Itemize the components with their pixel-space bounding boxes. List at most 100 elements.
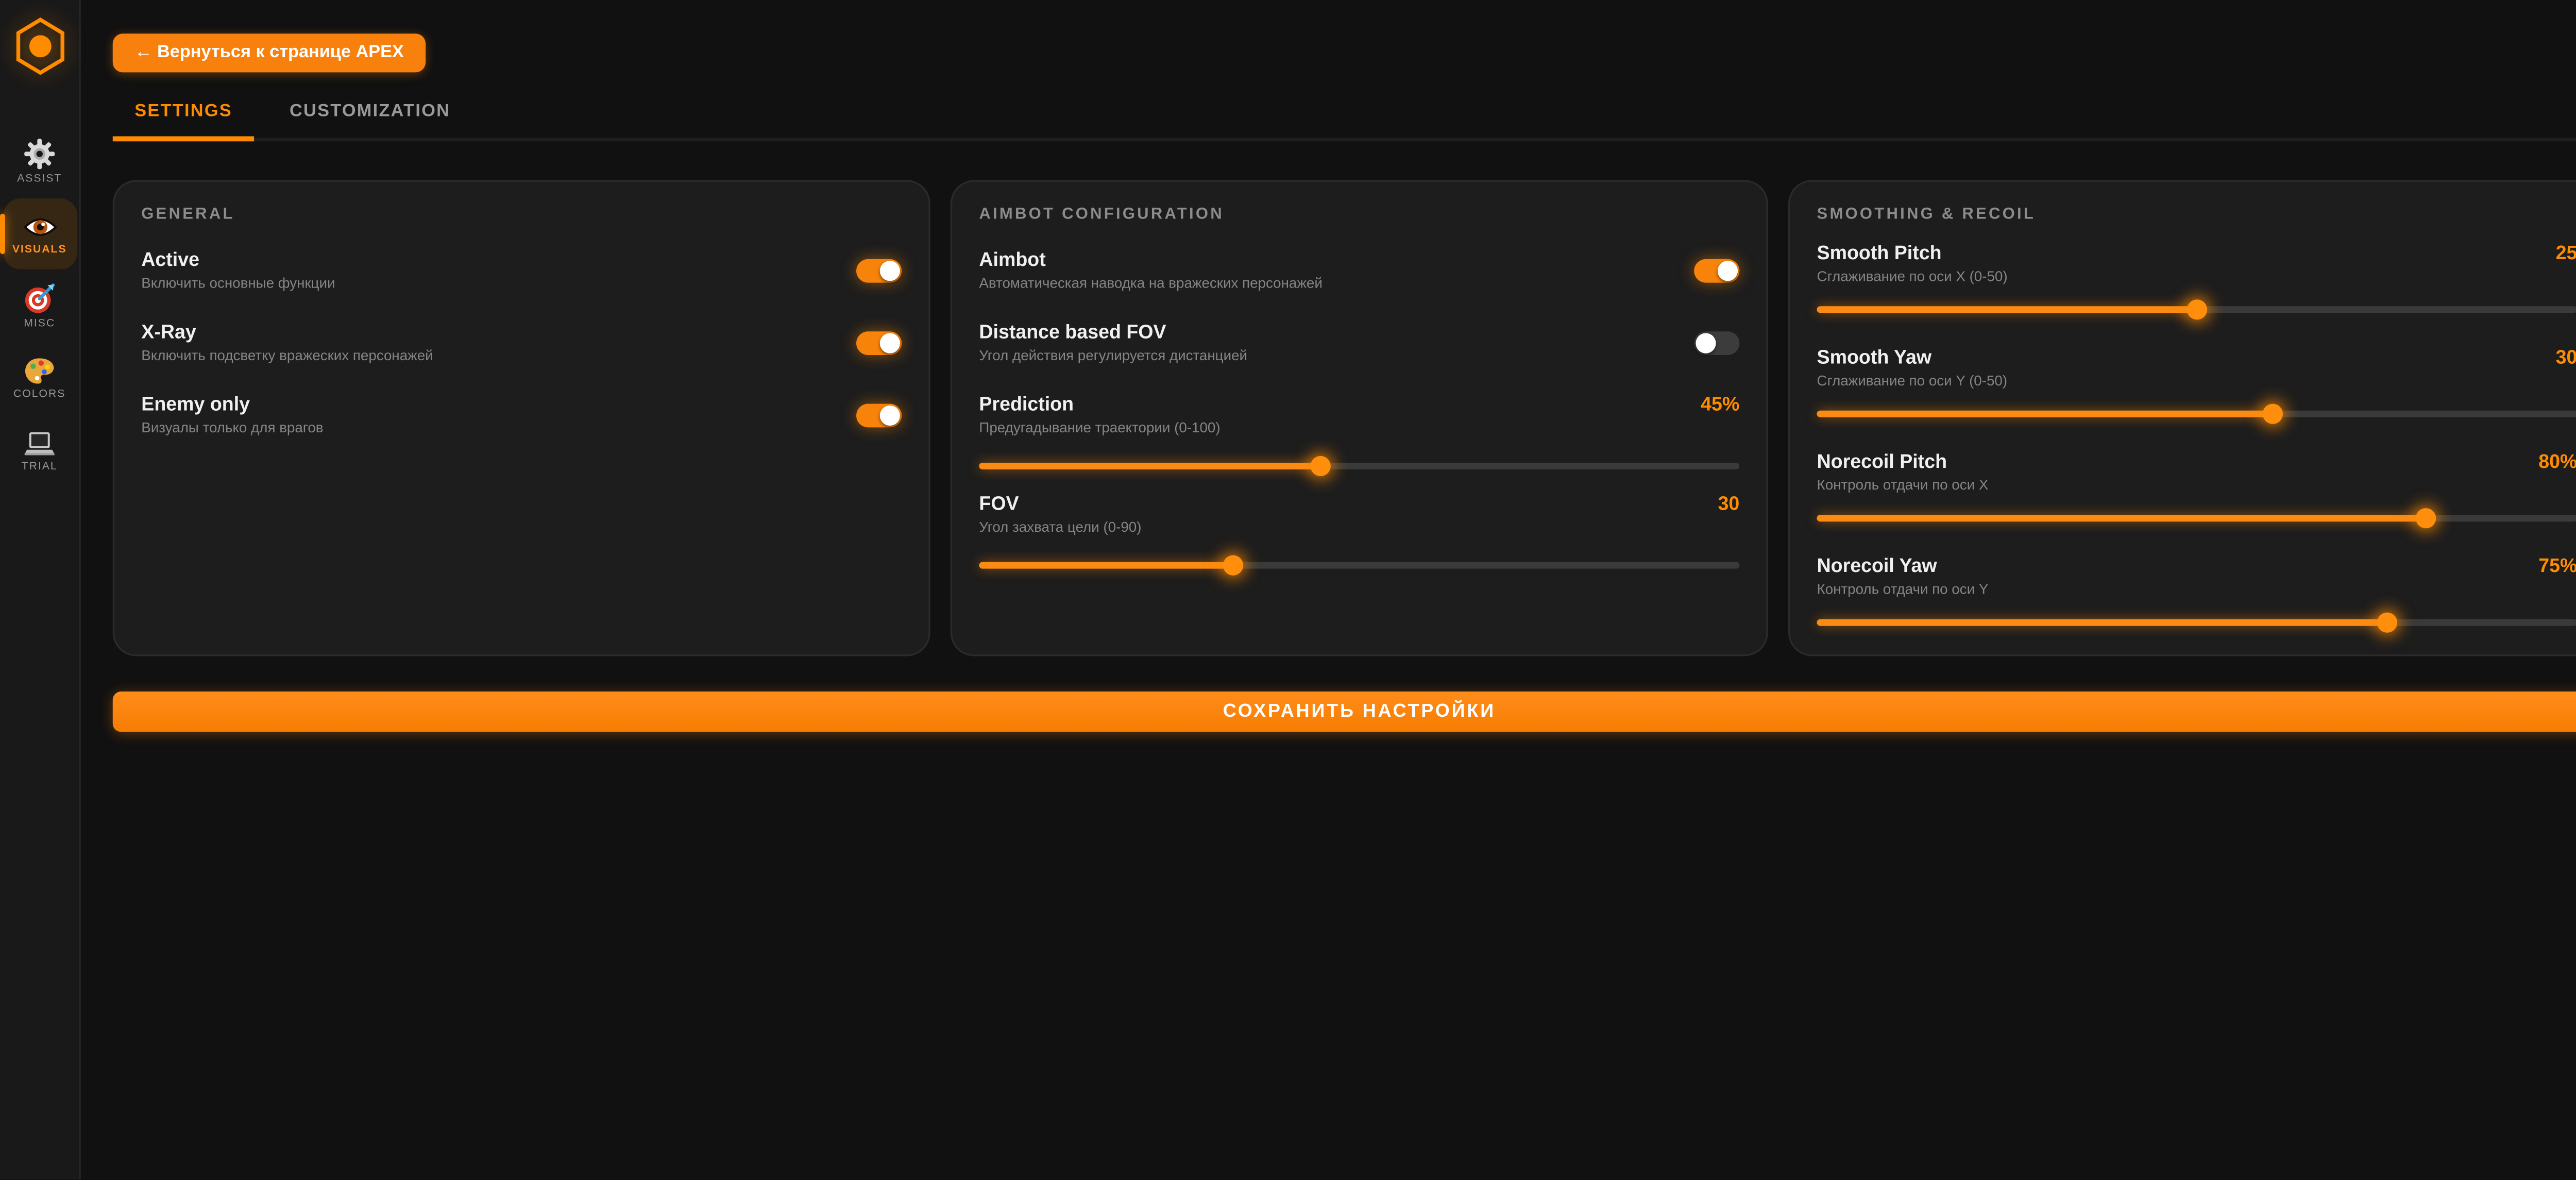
sidebar: ASSIST VISUALS [0, 0, 81, 1180]
slider-knob[interactable] [2187, 299, 2207, 319]
sidebar-item-colors[interactable]: COLORS [3, 343, 77, 414]
row-description: Включить основные функции [141, 276, 335, 291]
toggle-knob [880, 333, 900, 353]
panel-title: GENERAL [141, 205, 902, 224]
slider-norecoil-pitch[interactable] [1817, 508, 2576, 528]
row-description: Автоматическая наводка на вражеских перс… [979, 276, 1322, 291]
tab-settings[interactable]: SETTINGS [113, 101, 255, 141]
toggle-knob [1718, 261, 1738, 281]
sidebar-item-assist[interactable]: ASSIST [3, 126, 77, 197]
slider-value: 75% [2538, 557, 2576, 577]
toggle-row-enemy-only: Enemy only Визуалы только для врагов [141, 395, 902, 435]
row-label: Smooth Pitch [1817, 244, 1942, 265]
row-description: Включить подсветку вражеских персонажей [141, 348, 433, 363]
slider-value: 30 [2556, 348, 2576, 368]
row-description: Контроль отдачи по оси X [1817, 478, 2576, 493]
sidebar-item-trial[interactable]: TRIAL [3, 416, 77, 486]
row-label: Active [141, 251, 335, 273]
sidebar-item-label: COLORS [13, 389, 65, 400]
toggle-row-distance-fov: Distance based FOV Угол действия регулир… [979, 323, 1739, 363]
toggle-knob [880, 261, 900, 281]
hexagon-logo-icon [12, 17, 66, 76]
target-icon [24, 283, 56, 315]
slider-value: 30 [1718, 495, 1740, 515]
row-label: Prediction [979, 395, 1074, 417]
row-description: Сглаживание по оси X (0-50) [1817, 269, 2576, 284]
toggle-distance-fov[interactable] [1694, 331, 1739, 355]
toggle-xray[interactable] [856, 331, 902, 355]
panel-title: AIMBOT CONFIGURATION [979, 205, 1739, 224]
slider-fill [1817, 411, 2274, 417]
save-settings-button[interactable]: СОХРАНИТЬ НАСТРОЙКИ [113, 692, 2576, 732]
slider-knob[interactable] [1222, 555, 1242, 576]
row-description: Визуалы только для врагов [141, 420, 323, 435]
toggle-row-xray: X-Ray Включить подсветку вражеских персо… [141, 323, 902, 363]
toggle-row-aimbot: Aimbot Автоматическая наводка на вражеск… [979, 251, 1739, 291]
slider-knob[interactable] [2377, 613, 2397, 633]
row-description: Угол захвата цели (0-90) [979, 520, 1739, 535]
sidebar-item-label: ASSIST [17, 173, 62, 185]
gear-icon [24, 138, 56, 170]
toggle-knob [880, 406, 900, 426]
panel-general: GENERAL Active Включить основные функции… [113, 180, 930, 656]
slider-fill [1817, 306, 2197, 313]
row-label: Smooth Yaw [1817, 348, 1932, 370]
tab-customization[interactable]: CUSTOMIZATION [268, 101, 472, 141]
sidebar-nav: ASSIST VISUALS [0, 126, 79, 488]
slider-row-norecoil-yaw: Norecoil Yaw 75% Контроль отдачи по оси … [1817, 557, 2576, 633]
active-indicator [0, 214, 4, 254]
toggle-knob [1696, 333, 1716, 353]
eye-icon [23, 213, 56, 240]
row-label: FOV [979, 495, 1019, 516]
slider-fill [1817, 619, 2387, 626]
row-label: Enemy only [141, 395, 323, 417]
row-description: Сглаживание по оси Y (0-50) [1817, 374, 2576, 389]
slider-prediction[interactable] [979, 456, 1739, 476]
row-description: Контроль отдачи по оси Y [1817, 582, 2576, 597]
row-description: Предугадывание траектории (0-100) [979, 420, 1739, 435]
tab-bar: SETTINGS CUSTOMIZATION [113, 101, 2576, 141]
sidebar-item-misc[interactable]: MISC [3, 271, 77, 342]
back-to-apex-button[interactable]: ← Вернуться к странице APEX [113, 33, 426, 72]
toggle-enemy-only[interactable] [856, 404, 902, 428]
row-description: Угол действия регулируется дистанцией [979, 348, 1247, 363]
laptop-icon [24, 430, 56, 457]
row-label: Norecoil Pitch [1817, 452, 1947, 474]
slider-norecoil-yaw[interactable] [1817, 613, 2576, 633]
row-label: X-Ray [141, 323, 433, 345]
main-content: ← Вернуться к странице APEX SETTINGS CUS… [81, 0, 2576, 1180]
row-label: Norecoil Yaw [1817, 557, 1937, 579]
slider-fill [1817, 515, 2426, 521]
slider-row-smooth-yaw: Smooth Yaw 30 Сглаживание по оси Y (0-50… [1817, 348, 2576, 424]
sidebar-item-label: TRIAL [22, 460, 58, 472]
row-label: Distance based FOV [979, 323, 1247, 345]
slider-knob[interactable] [2263, 404, 2283, 424]
slider-row-prediction: Prediction 45% Предугадывание траектории… [979, 395, 1739, 476]
sidebar-item-label: MISC [24, 318, 55, 330]
slider-fill [979, 562, 1232, 569]
slider-value: 25 [2556, 244, 2576, 264]
panel-smoothing-recoil: SMOOTHING & RECOIL Smooth Pitch 25 Сглаж… [1788, 180, 2576, 656]
sidebar-item-visuals[interactable]: VISUALS [3, 198, 77, 269]
slider-smooth-pitch[interactable] [1817, 299, 2576, 319]
slider-value: 45% [1701, 395, 1739, 415]
slider-fov[interactable] [979, 555, 1739, 576]
panel-title: SMOOTHING & RECOIL [1817, 205, 2576, 224]
panels-grid: GENERAL Active Включить основные функции… [113, 180, 2576, 656]
slider-fill [979, 463, 1321, 469]
toggle-row-active: Active Включить основные функции [141, 251, 902, 291]
slider-knob[interactable] [2415, 508, 2435, 528]
row-label: Aimbot [979, 251, 1322, 273]
app-window: ASSIST VISUALS [0, 0, 2576, 1180]
toggle-active[interactable] [856, 259, 902, 283]
toggle-aimbot[interactable] [1694, 259, 1739, 283]
slider-value: 80% [2538, 452, 2576, 473]
slider-smooth-yaw[interactable] [1817, 404, 2576, 424]
app-logo[interactable] [12, 17, 66, 85]
slider-knob[interactable] [1311, 456, 1331, 476]
panel-aimbot: AIMBOT CONFIGURATION Aimbot Автоматическ… [951, 180, 1768, 656]
slider-row-fov: FOV 30 Угол захвата цели (0-90) [979, 495, 1739, 576]
slider-row-smooth-pitch: Smooth Pitch 25 Сглаживание по оси X (0-… [1817, 244, 2576, 319]
slider-row-norecoil-pitch: Norecoil Pitch 80% Контроль отдачи по ос… [1817, 452, 2576, 528]
palette-icon [24, 357, 56, 385]
